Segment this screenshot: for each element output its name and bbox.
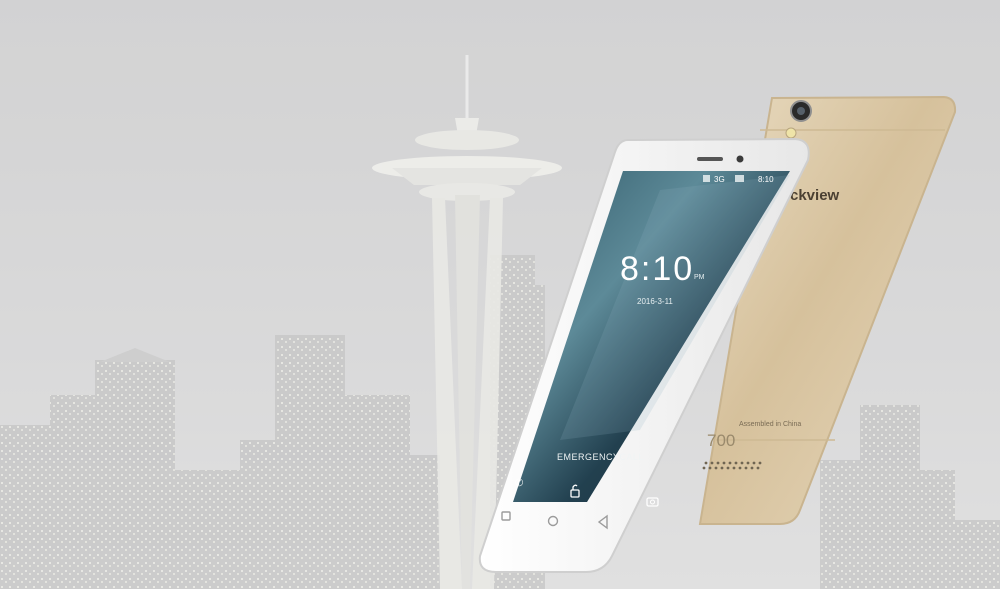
product-photo-scene: ckview Assembled in China 700 3G 8:10 8:… [0, 0, 1000, 589]
status-network: 3G [714, 175, 725, 184]
front-camera-icon [736, 155, 744, 163]
emergency-call-label[interactable]: EMERGENCYCALL [557, 452, 644, 462]
battery-icon [735, 175, 744, 182]
phone-icon[interactable]: ✆ [515, 478, 523, 489]
flash-icon [785, 127, 797, 139]
earpiece-icon [697, 157, 723, 161]
back-brand-logo: ckview [790, 187, 840, 204]
status-time: 8:10 [758, 175, 774, 184]
model-label: 700 [707, 431, 735, 450]
lock-ampm: PM [694, 274, 705, 281]
lock-clock: 8:10 [620, 250, 694, 288]
lock-date: 2016-3-11 [637, 297, 673, 306]
assembled-label: Assembled in China [739, 421, 801, 428]
scene-canvas: ckview Assembled in China 700 3G 8:10 8:… [0, 0, 1000, 589]
signal-icon [703, 175, 710, 182]
